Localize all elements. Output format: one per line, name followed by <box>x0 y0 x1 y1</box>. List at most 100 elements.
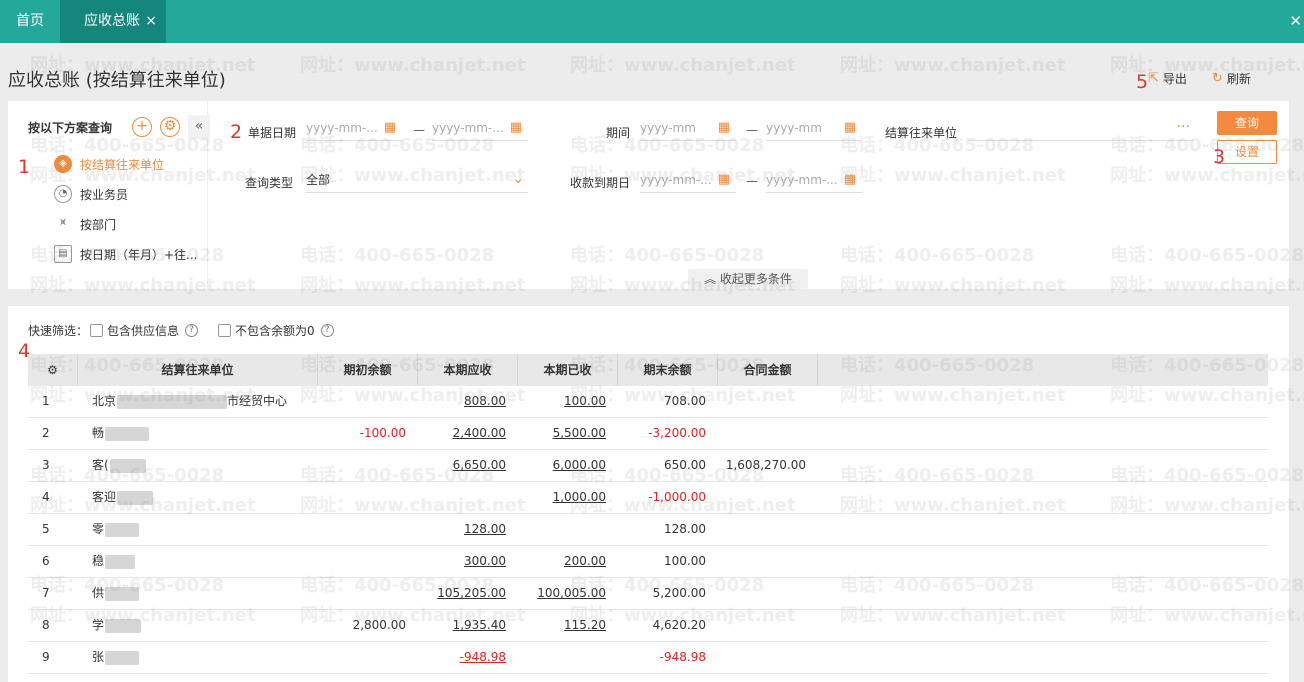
more-icon[interactable]: ··· <box>1177 116 1190 138</box>
redacted-blur <box>117 490 154 505</box>
cell-receivable[interactable]: 2,400.00 <box>418 418 506 449</box>
due-date-to-input[interactable]: yyyy-mm-... ▦ <box>766 169 862 193</box>
table-row[interactable]: 6 稳 300.00 200.00 100.00 <box>28 546 1268 578</box>
cell-receivable[interactable]: 105,205.00 <box>418 578 506 609</box>
cell-receivable[interactable]: 6,650.00 <box>418 450 506 481</box>
exclude-zero-label: 不包含余额为0 <box>235 324 315 338</box>
range-dash: — <box>746 123 758 137</box>
scheme-item-partner[interactable]: ◈ 按结算往来单位 <box>54 155 164 173</box>
cell-end-balance: 100.00 <box>664 554 706 568</box>
chevron-down-icon: ⌄ <box>512 171 524 187</box>
cell-received[interactable]: 1,000.00 <box>518 482 606 513</box>
doc-date-from-input[interactable]: yyyy-mm-... ▦ <box>306 117 402 141</box>
cell-row-number: 2 <box>42 426 50 440</box>
col-partner[interactable]: 结算往来单位 <box>78 354 318 386</box>
scheme-item-label: 按日期（年月）+往... <box>80 247 198 262</box>
toggle-more-conditions-button[interactable]: ︽ 收起更多条件 <box>688 269 808 289</box>
cell-received[interactable]: 100,005.00 <box>518 578 606 609</box>
scheme-settings-icon[interactable]: ⚙ <box>160 117 180 137</box>
cell-received <box>518 514 606 545</box>
cell-received[interactable]: 100.00 <box>518 386 606 417</box>
cell-received[interactable]: 200.00 <box>518 546 606 577</box>
cell-end-balance: 4,620.20 <box>652 618 706 632</box>
col-received[interactable]: 本期已收 <box>518 354 618 386</box>
query-type-label: 查询类型 <box>245 176 294 190</box>
tab-home[interactable]: 首页 <box>0 0 60 43</box>
watermark-phone: 电话：400-665-0028 <box>840 43 1034 51</box>
redacted-blur <box>105 650 140 665</box>
tab-receivable-ledger[interactable]: 应收总账 × <box>60 0 166 43</box>
cell-contract-amount <box>718 482 806 513</box>
tab-label: 应收总账 <box>84 13 140 29</box>
cell-contract-amount <box>718 386 806 417</box>
cell-received[interactable]: 6,000.00 <box>518 450 606 481</box>
watermark-phone: 电话：400-665-0028 <box>1110 43 1304 51</box>
query-type-select[interactable]: 全部 ⌄ <box>306 169 528 193</box>
scheme-sidebar: 按以下方案查询 + ⚙ « ◈ 按结算往来单位 ◔ 按业务员 ⩙ 按部门 ▤ 按… <box>8 101 210 289</box>
calendar-icon[interactable]: ▦ <box>384 117 396 139</box>
partner-name-visible: 客( <box>92 458 109 472</box>
cell-received[interactable]: 5,500.00 <box>518 418 606 449</box>
help-icon[interactable]: ? <box>185 324 199 337</box>
partner-name-visible: 零 <box>92 522 105 536</box>
query-button[interactable]: 查询 <box>1217 111 1277 135</box>
table-row[interactable]: 2 畅 -100.00 2,400.00 5,500.00 -3,200.00 <box>28 418 1268 450</box>
annotation-3: 3 <box>1213 146 1226 168</box>
table-row[interactable]: 1 北京 市经贸中心 808.00 100.00 708.00 <box>28 386 1268 418</box>
col-begin-balance[interactable]: 期初余额 <box>318 354 418 386</box>
exclude-zero-checkbox[interactable] <box>218 324 232 337</box>
collapse-sidebar-icon[interactable]: « <box>188 115 210 139</box>
partner-input[interactable]: ··· <box>968 117 1194 141</box>
col-contract-amount[interactable]: 合同金额 <box>718 354 818 386</box>
partner-name-visible: 学 <box>92 618 105 632</box>
include-supply-label: 包含供应信息 <box>107 324 180 338</box>
cell-receivable[interactable]: 808.00 <box>418 386 506 417</box>
due-date-from-input[interactable]: yyyy-mm-... ▦ <box>640 169 736 193</box>
period-to-input[interactable]: yyyy-mm ▦ <box>766 117 862 141</box>
cell-receivable[interactable]: 300.00 <box>418 546 506 577</box>
watermark-phone: 电话：400-665-0028 <box>570 43 764 51</box>
calendar-icon[interactable]: ▦ <box>718 169 730 191</box>
clock-icon: ◔ <box>54 185 72 203</box>
export-button[interactable]: ⇱ 导出 <box>1148 70 1187 87</box>
calendar-icon[interactable]: ▦ <box>510 117 522 139</box>
refresh-icon: ↻ <box>1212 71 1223 86</box>
cell-end-balance: 5,200.00 <box>652 586 706 600</box>
settings-button[interactable]: 设置 <box>1217 140 1277 164</box>
cell-contract-amount <box>718 610 806 641</box>
tab-close-icon[interactable]: × <box>145 0 157 43</box>
period-label: 期间 <box>606 126 631 140</box>
partner-name-visible: 稳 <box>92 554 105 568</box>
calendar-icon[interactable]: ▦ <box>844 169 856 191</box>
doc-date-to-input[interactable]: yyyy-mm-... ▦ <box>432 117 528 141</box>
table-row[interactable]: 4 客迎 1,000.00 -1,000.00 <box>28 482 1268 514</box>
table-row[interactable]: 9 张 -948.98 -948.98 <box>28 642 1268 674</box>
window-close-icon[interactable]: ✕ <box>1289 0 1302 43</box>
redacted-blur <box>105 586 140 601</box>
table-row[interactable]: 7 供 105,205.00 100,005.00 5,200.00 <box>28 578 1268 610</box>
table-row[interactable]: 3 客(6,650.00 6,000.00 650.00 1,608,270.00 <box>28 450 1268 482</box>
cell-receivable[interactable]: -948.98 <box>418 642 506 673</box>
cell-contract-amount: 1,608,270.00 <box>725 458 806 472</box>
period-from-input[interactable]: yyyy-mm ▦ <box>640 117 736 141</box>
table-row[interactable]: 8 学 2,800.00 1,935.40 115.20 4,620.20 <box>28 610 1268 642</box>
add-scheme-icon[interactable]: + <box>132 117 152 137</box>
cell-received[interactable]: 115.20 <box>518 610 606 641</box>
query-type-value: 全部 <box>306 173 331 187</box>
cell-receivable[interactable]: 128.00 <box>418 514 506 545</box>
help-icon[interactable]: ? <box>320 324 334 337</box>
scheme-item-department[interactable]: ⩙ 按部门 <box>54 215 116 233</box>
scheme-item-date-partner[interactable]: ▤ 按日期（年月）+往... <box>54 245 198 263</box>
cell-receivable[interactable]: 1,935.40 <box>418 610 506 641</box>
partner-name-visible: 畅 <box>92 426 105 440</box>
watermark-site: 网址：www.chanjet.net <box>840 55 1066 76</box>
calendar-icon[interactable]: ▦ <box>718 117 730 139</box>
table-row[interactable]: 5 零 128.00 128.00 <box>28 514 1268 546</box>
refresh-button[interactable]: ↻ 刷新 <box>1212 70 1251 87</box>
col-receivable[interactable]: 本期应收 <box>418 354 518 386</box>
calendar-icon[interactable]: ▦ <box>844 117 856 139</box>
column-settings-icon[interactable]: ⚙ <box>28 354 78 386</box>
include-supply-checkbox[interactable] <box>90 324 104 337</box>
scheme-item-salesman[interactable]: ◔ 按业务员 <box>54 185 128 203</box>
col-end-balance[interactable]: 期末余额 <box>618 354 718 386</box>
